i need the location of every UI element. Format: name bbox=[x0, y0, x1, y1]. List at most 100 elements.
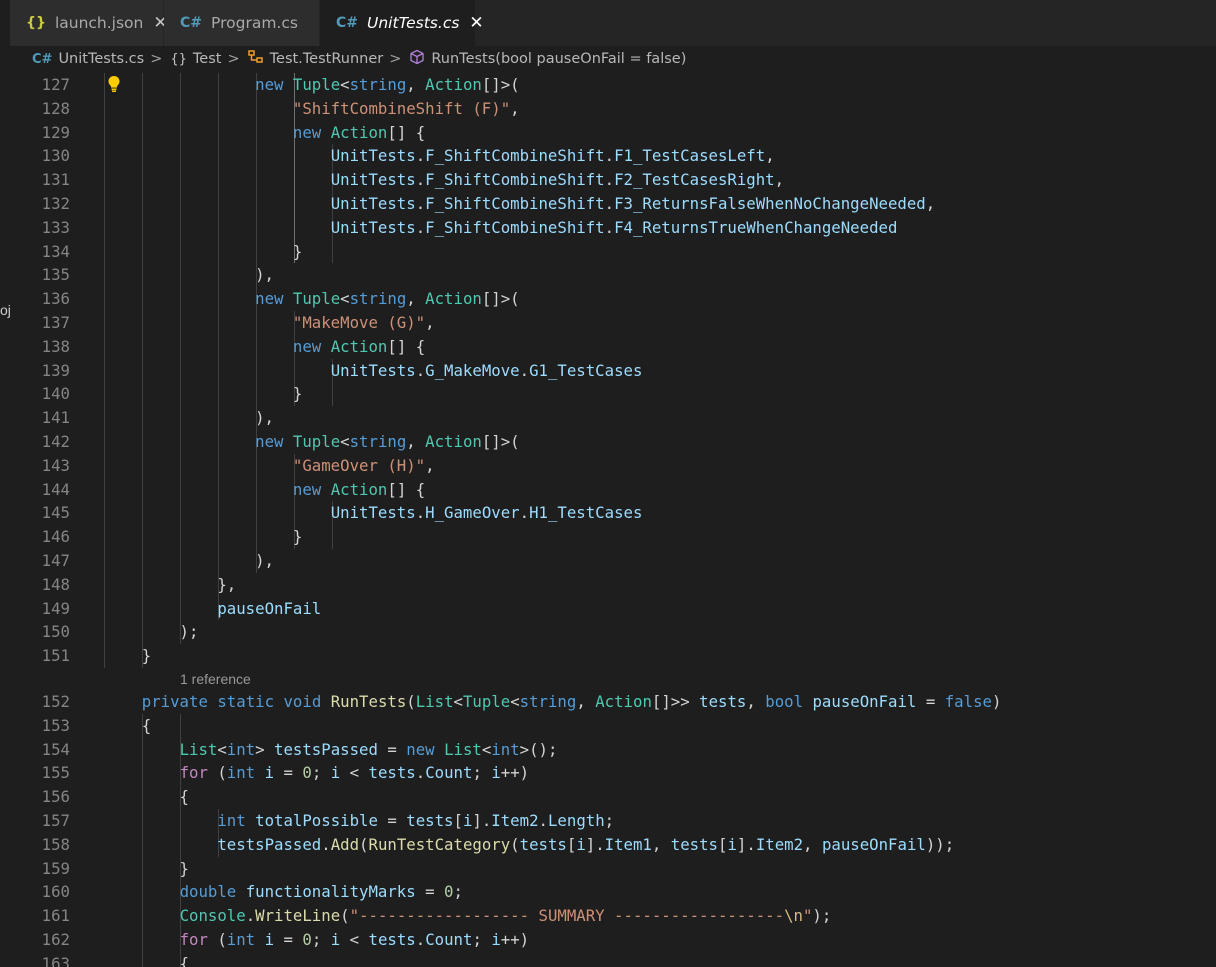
line-number[interactable]: 131 bbox=[0, 168, 70, 192]
line-number[interactable]: 141 bbox=[0, 406, 70, 430]
line-number[interactable]: 153 bbox=[0, 714, 70, 738]
code-text[interactable]: } bbox=[104, 857, 189, 881]
line-number[interactable]: 154 bbox=[0, 738, 70, 762]
line-number[interactable]: 133 bbox=[0, 216, 70, 240]
line-number[interactable]: 162 bbox=[0, 928, 70, 952]
code-line[interactable]: 156 { bbox=[0, 785, 1216, 809]
line-number[interactable]: 134 bbox=[0, 240, 70, 264]
code-text[interactable]: } bbox=[104, 240, 302, 264]
code-text[interactable]: }, bbox=[104, 573, 236, 597]
code-text[interactable]: new Action[] { bbox=[104, 478, 425, 502]
code-text[interactable]: for (int i = 0; i < tests.Count; i++) bbox=[104, 928, 530, 952]
line-number[interactable]: 143 bbox=[0, 454, 70, 478]
line-number[interactable]: 150 bbox=[0, 620, 70, 644]
code-text[interactable]: UnitTests.H_GameOver.H1_TestCases bbox=[104, 501, 643, 525]
code-line[interactable]: 147 ), bbox=[0, 549, 1216, 573]
code-line[interactable]: 161 Console.WriteLine("-----------------… bbox=[0, 904, 1216, 928]
breadcrumb-method[interactable]: RunTests(bool pauseOnFail = false) bbox=[431, 51, 686, 67]
line-number[interactable]: 157 bbox=[0, 809, 70, 833]
code-line[interactable]: 159 } bbox=[0, 857, 1216, 881]
code-line[interactable]: 139 UnitTests.G_MakeMove.G1_TestCases bbox=[0, 359, 1216, 383]
code-text[interactable]: new Tuple<string, Action[]>( bbox=[104, 287, 520, 311]
code-line[interactable]: 145 UnitTests.H_GameOver.H1_TestCases bbox=[0, 501, 1216, 525]
code-text[interactable]: } bbox=[104, 525, 302, 549]
breadcrumb-class[interactable]: Test.TestRunner bbox=[270, 51, 384, 67]
line-number[interactable]: 136 bbox=[0, 287, 70, 311]
code-line[interactable]: 151 } bbox=[0, 644, 1216, 668]
code-text[interactable]: UnitTests.F_ShiftCombineShift.F1_TestCas… bbox=[104, 144, 775, 168]
code-line[interactable]: 137 "MakeMove (G)", bbox=[0, 311, 1216, 335]
line-number[interactable]: 130 bbox=[0, 144, 70, 168]
code-line[interactable]: 134 } bbox=[0, 240, 1216, 264]
code-line[interactable]: 153 { bbox=[0, 714, 1216, 738]
code-line[interactable]: 140 } bbox=[0, 382, 1216, 406]
code-line[interactable]: 143 "GameOver (H)", bbox=[0, 454, 1216, 478]
code-text[interactable]: double functionalityMarks = 0; bbox=[104, 880, 463, 904]
breadcrumb-namespace[interactable]: Test bbox=[193, 51, 222, 67]
code-text[interactable]: ); bbox=[104, 620, 199, 644]
code-line[interactable]: 155 for (int i = 0; i < tests.Count; i++… bbox=[0, 761, 1216, 785]
code-line[interactable]: 152 private static void RunTests(List<Tu… bbox=[0, 690, 1216, 714]
line-number[interactable]: 137 bbox=[0, 311, 70, 335]
line-number[interactable]: 144 bbox=[0, 478, 70, 502]
code-text[interactable]: "MakeMove (G)", bbox=[104, 311, 435, 335]
code-text[interactable]: ), bbox=[104, 549, 274, 573]
line-number[interactable]: 142 bbox=[0, 430, 70, 454]
line-number[interactable]: 145 bbox=[0, 501, 70, 525]
codelens-references[interactable]: 1 reference bbox=[180, 669, 251, 689]
code-editor[interactable]: oj 127 new Tuple<string, Action[]>(128 "… bbox=[0, 72, 1216, 967]
line-number[interactable]: 160 bbox=[0, 880, 70, 904]
code-line[interactable]: 149 pauseOnFail bbox=[0, 597, 1216, 621]
line-number[interactable]: 127 bbox=[0, 73, 70, 97]
code-text[interactable]: int totalPossible = tests[i].Item2.Lengt… bbox=[104, 809, 614, 833]
line-number[interactable]: 149 bbox=[0, 597, 70, 621]
code-line[interactable]: 130 UnitTests.F_ShiftCombineShift.F1_Tes… bbox=[0, 144, 1216, 168]
line-number[interactable]: 140 bbox=[0, 382, 70, 406]
line-number[interactable]: 155 bbox=[0, 761, 70, 785]
code-line[interactable]: 162 for (int i = 0; i < tests.Count; i++… bbox=[0, 928, 1216, 952]
code-text[interactable]: UnitTests.F_ShiftCombineShift.F4_Returns… bbox=[104, 216, 898, 240]
line-number[interactable]: 147 bbox=[0, 549, 70, 573]
code-text[interactable]: { bbox=[104, 785, 189, 809]
line-number[interactable]: 156 bbox=[0, 785, 70, 809]
code-line[interactable]: 160 double functionalityMarks = 0; bbox=[0, 880, 1216, 904]
line-number[interactable]: 161 bbox=[0, 904, 70, 928]
code-line[interactable]: 144 new Action[] { bbox=[0, 478, 1216, 502]
code-text[interactable]: } bbox=[104, 382, 302, 406]
code-line[interactable]: 127 new Tuple<string, Action[]>( bbox=[0, 73, 1216, 97]
line-number[interactable]: 158 bbox=[0, 833, 70, 857]
line-number[interactable]: 159 bbox=[0, 857, 70, 881]
line-number[interactable]: 138 bbox=[0, 335, 70, 359]
code-line[interactable]: 128 "ShiftCombineShift (F)", bbox=[0, 97, 1216, 121]
code-text[interactable]: { bbox=[104, 714, 151, 738]
code-line[interactable]: 132 UnitTests.F_ShiftCombineShift.F3_Ret… bbox=[0, 192, 1216, 216]
tab-program-cs[interactable]: C# Program.cs bbox=[164, 0, 320, 46]
code-text[interactable]: "ShiftCombineShift (F)", bbox=[104, 97, 520, 121]
code-text[interactable]: UnitTests.F_ShiftCombineShift.F3_Returns… bbox=[104, 192, 936, 216]
code-line[interactable]: 141 ), bbox=[0, 406, 1216, 430]
line-number[interactable]: 152 bbox=[0, 690, 70, 714]
code-line[interactable]: 154 List<int> testsPassed = new List<int… bbox=[0, 738, 1216, 762]
code-text[interactable]: testsPassed.Add(RunTestCategory(tests[i]… bbox=[104, 833, 954, 857]
code-line[interactable]: 135 ), bbox=[0, 263, 1216, 287]
line-number[interactable]: 139 bbox=[0, 359, 70, 383]
code-text[interactable]: pauseOnFail bbox=[104, 597, 321, 621]
line-number[interactable]: 163 bbox=[0, 952, 70, 967]
code-line[interactable]: 163 { bbox=[0, 952, 1216, 967]
code-line[interactable]: 157 int totalPossible = tests[i].Item2.L… bbox=[0, 809, 1216, 833]
tab-launch-json[interactable]: {} launch.json ✕ bbox=[10, 0, 168, 46]
code-text[interactable]: { bbox=[104, 952, 189, 967]
code-text[interactable]: for (int i = 0; i < tests.Count; i++) bbox=[104, 761, 530, 785]
code-text[interactable]: ), bbox=[104, 406, 274, 430]
line-number[interactable]: 129 bbox=[0, 121, 70, 145]
code-text[interactable]: UnitTests.G_MakeMove.G1_TestCases bbox=[104, 359, 643, 383]
code-line[interactable]: 142 new Tuple<string, Action[]>( bbox=[0, 430, 1216, 454]
code-text[interactable]: new Action[] { bbox=[104, 335, 425, 359]
code-text[interactable]: "GameOver (H)", bbox=[104, 454, 435, 478]
code-line[interactable]: 133 UnitTests.F_ShiftCombineShift.F4_Ret… bbox=[0, 216, 1216, 240]
code-line[interactable]: 148 }, bbox=[0, 573, 1216, 597]
code-text[interactable]: List<int> testsPassed = new List<int>(); bbox=[104, 738, 558, 762]
tab-unittests-cs[interactable]: C# UnitTests.cs ✕ bbox=[320, 0, 484, 46]
line-number[interactable]: 148 bbox=[0, 573, 70, 597]
code-line[interactable]: 136 new Tuple<string, Action[]>( bbox=[0, 287, 1216, 311]
